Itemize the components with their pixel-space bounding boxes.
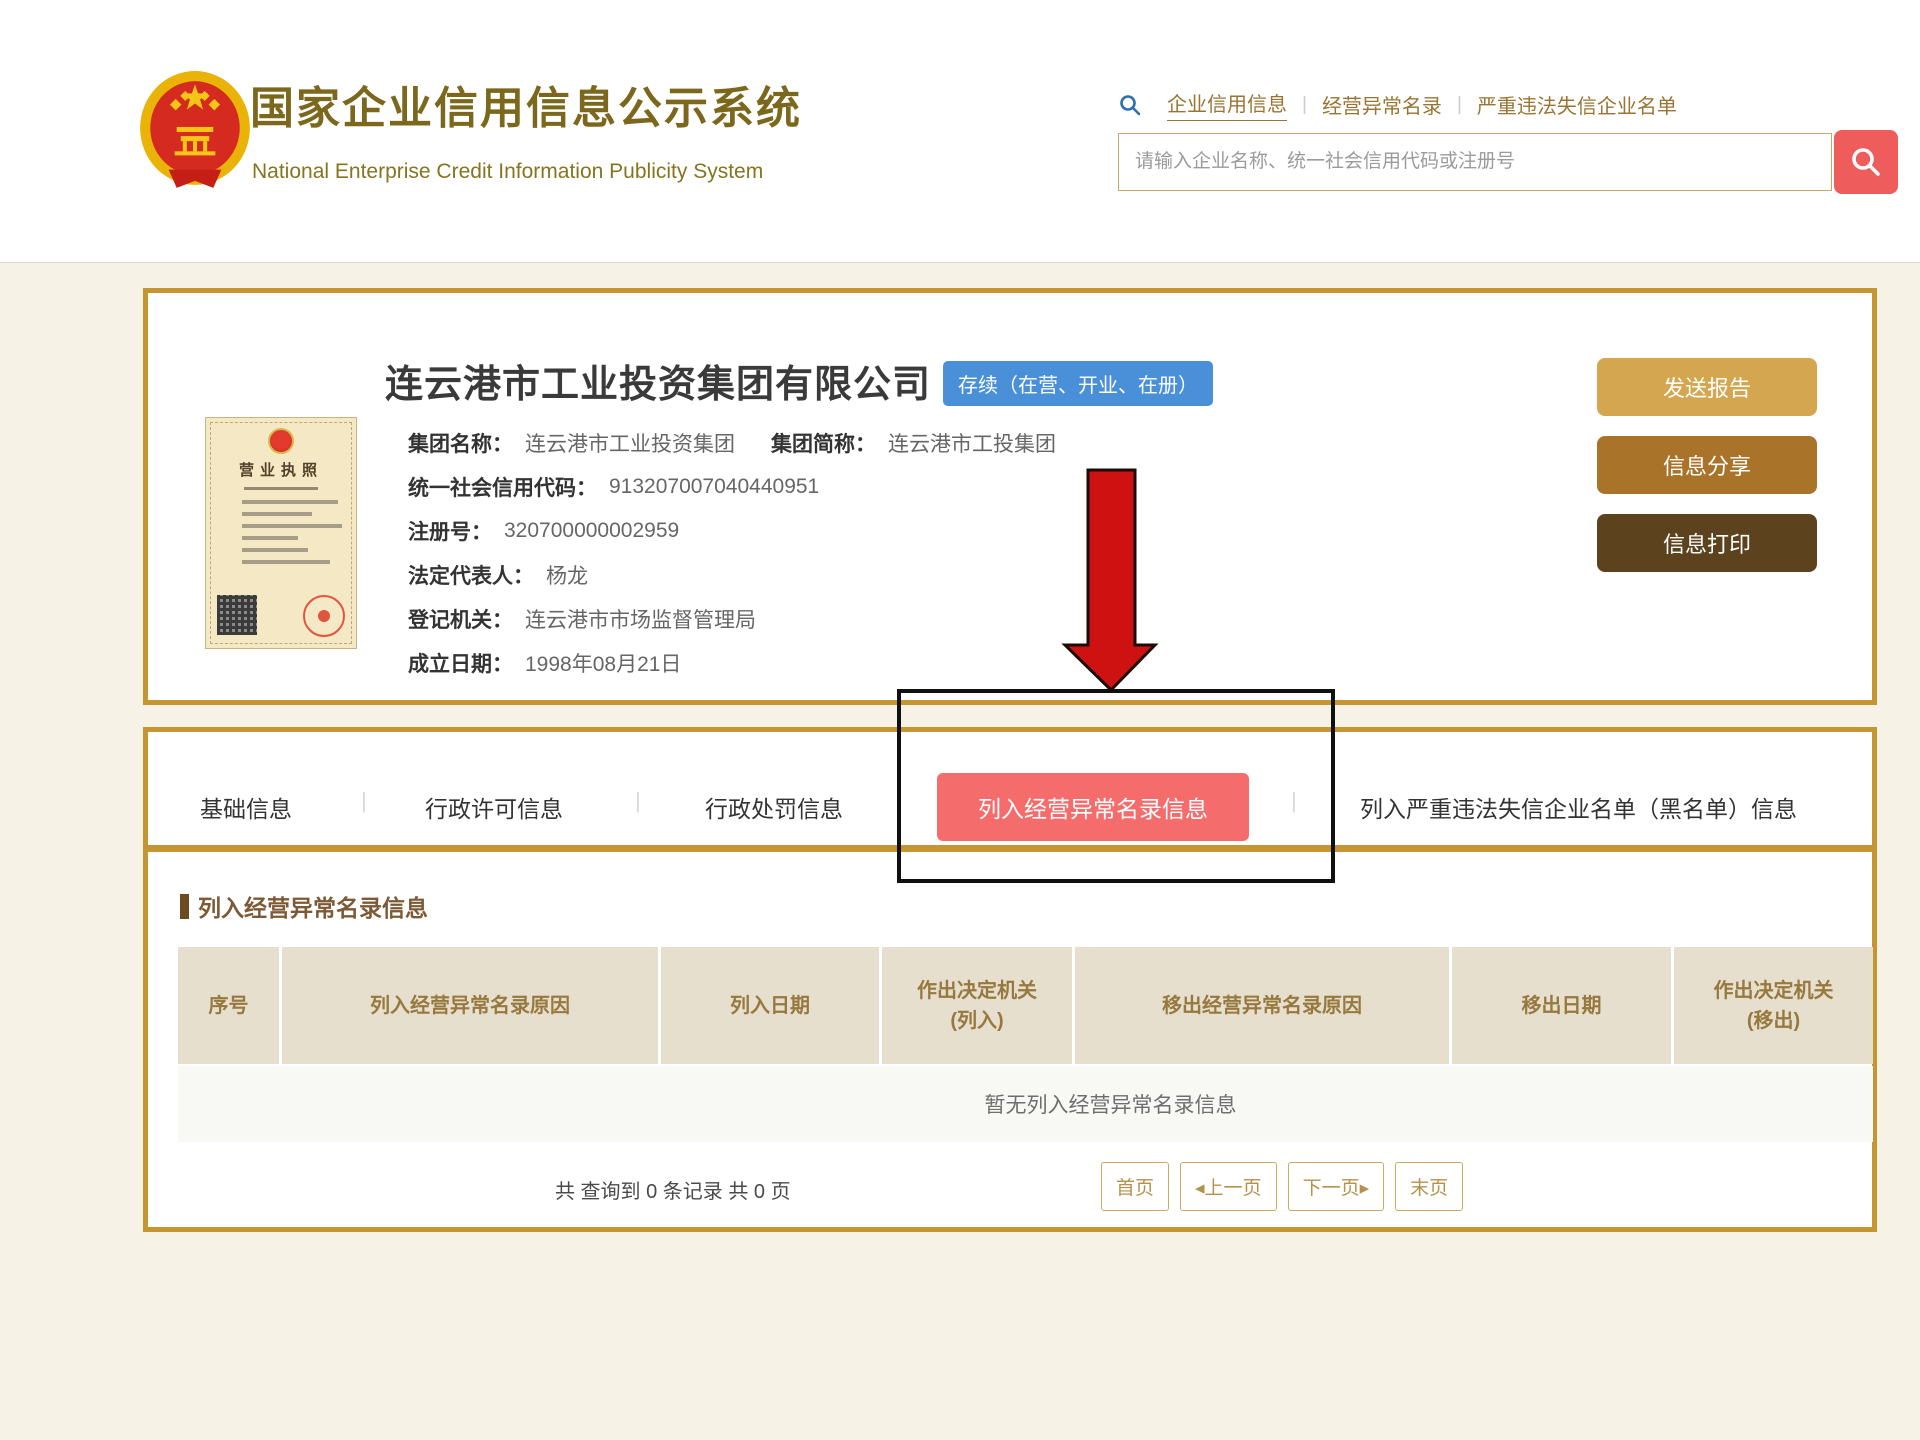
nav-separator: | (1457, 94, 1462, 116)
nav-link-illegal-blacklist[interactable]: 严重违法失信企业名单 (1477, 90, 1677, 119)
column-header-text: 列入日期 (667, 991, 873, 1021)
empty-state-text: 暂无列入经营异常名录信息 (178, 1066, 1873, 1142)
column-header-removal-date: 移出日期 (1452, 947, 1671, 1064)
license-title: 营业执照 (216, 459, 346, 480)
column-header-inclusion-reason: 列入经营异常名录原因 (282, 947, 658, 1064)
pagination-last-button[interactable]: 末页 (1395, 1162, 1463, 1211)
field-value: 连云港市工投集团 (888, 428, 1056, 458)
pagination-next-button[interactable]: 下一页▸ (1288, 1162, 1385, 1211)
license-red-seal (303, 595, 345, 637)
column-header-text: 序号 (184, 991, 273, 1021)
column-header-removal-reason: 移出经营异常名录原因 (1075, 947, 1449, 1064)
column-header-deciding-authority-inclusion: 作出决定机关 (列入) (882, 947, 1072, 1064)
tab-basic-info[interactable]: 基础信息 (200, 790, 292, 824)
column-header-index: 序号 (178, 947, 279, 1064)
nav-link-enterprise-credit[interactable]: 企业信用信息 (1167, 88, 1287, 121)
field-value: 913207007040440951 (609, 475, 819, 499)
field-value: 1998年08月21日 (525, 648, 681, 678)
field-label: 登记机关： (408, 604, 513, 634)
company-status-badge: 存续（在营、开业、在册） (943, 361, 1213, 406)
business-license-image: 营业执照 (205, 417, 357, 649)
license-text-line (242, 548, 308, 552)
column-header-deciding-authority-removal: 作出决定机关 (移出) (1674, 947, 1873, 1064)
field-row-credit-code: 统一社会信用代码： 913207007040440951 (408, 465, 1056, 509)
tab-admin-license-info[interactable]: 行政许可信息 (425, 790, 563, 824)
table-header-row: 序号 列入经营异常名录原因 列入日期 作出决定机关 (列入) 移出经营异常名录原… (178, 947, 1873, 1064)
field-label: 集团名称： (408, 428, 513, 458)
table-empty-row: 暂无列入经营异常名录信息 (178, 1066, 1873, 1142)
field-label: 注册号： (408, 516, 492, 546)
search-button-magnifier-icon (1849, 145, 1883, 179)
section-marker-icon (180, 894, 189, 919)
pagination-controls: 首页 ◂上一页 下一页▸ 末页 (1101, 1162, 1463, 1211)
field-value: 连云港市市场监督管理局 (525, 604, 756, 634)
nav-link-abnormal-list[interactable]: 经营异常名录 (1322, 90, 1442, 119)
field-row-registration-number: 注册号： 320700000002959 (408, 509, 1056, 553)
license-emblem-icon (268, 428, 294, 454)
search-icon (1118, 93, 1142, 117)
highlight-rectangle-annotation (897, 689, 1335, 883)
license-text-line (242, 560, 330, 564)
top-navigation: 企业信用信息 | 经营异常名录 | 严重违法失信企业名单 (1118, 88, 1692, 121)
print-info-button[interactable]: 信息打印 (1597, 514, 1817, 572)
license-subtitle-line (244, 487, 318, 490)
nav-separator: | (1302, 94, 1307, 116)
field-value: 连云港市工业投资集团 (525, 428, 735, 458)
column-header-text: 移出经营异常名录原因 (1081, 991, 1443, 1021)
company-info-card: 营业执照 连云港市工业投资集团有限公司 存续（在营、开业、在册） 集团名称： 连… (143, 288, 1877, 705)
pagination-prev-button[interactable]: ◂上一页 (1180, 1162, 1277, 1211)
pagination-summary: 共 查询到 0 条记录 共 0 页 (555, 1175, 791, 1204)
search-button[interactable] (1834, 130, 1898, 194)
company-fields: 集团名称： 连云港市工业投资集团 集团简称： 连云港市工投集团 统一社会信用代码… (408, 421, 1056, 685)
page: 国家企业信用信息公示系统 National Enterprise Credit … (0, 0, 1920, 1440)
national-emblem-logo (138, 70, 252, 192)
field-value: 320700000002959 (504, 519, 679, 543)
column-header-text: 列入经营异常名录原因 (288, 991, 652, 1021)
column-header-subtext: (列入) (888, 1006, 1066, 1036)
field-row-establishment-date: 成立日期： 1998年08月21日 (408, 641, 1056, 685)
share-info-button[interactable]: 信息分享 (1597, 436, 1817, 494)
field-label: 法定代表人： (408, 560, 534, 590)
field-label: 成立日期： (408, 648, 513, 678)
column-header-subtext: (移出) (1680, 1006, 1867, 1036)
field-value: 杨龙 (546, 560, 588, 590)
site-title: 国家企业信用信息公示系统 (250, 72, 802, 136)
column-header-inclusion-date: 列入日期 (661, 947, 879, 1064)
red-arrow-annotation (1060, 467, 1160, 695)
license-text-line (242, 500, 338, 504)
tab-separator: | (361, 788, 367, 814)
field-label: 集团简称： (771, 428, 876, 458)
license-text-line (242, 524, 342, 528)
field-row-registration-authority: 登记机关： 连云港市市场监督管理局 (408, 597, 1056, 641)
site-subtitle: National Enterprise Credit Information P… (252, 160, 763, 184)
license-text-line (242, 536, 298, 540)
company-action-buttons: 发送报告 信息分享 信息打印 (1597, 358, 1817, 572)
search-bar (1118, 130, 1908, 196)
field-label: 统一社会信用代码： (408, 472, 597, 502)
section-title-text: 列入经营异常名录信息 (198, 889, 428, 923)
field-row-legal-representative: 法定代表人： 杨龙 (408, 553, 1056, 597)
field-row-group-name: 集团名称： 连云港市工业投资集团 集团简称： 连云港市工投集团 (408, 421, 1056, 465)
tab-separator: | (635, 788, 641, 814)
company-name: 连云港市工业投资集团有限公司 (385, 353, 931, 408)
send-report-button[interactable]: 发送报告 (1597, 358, 1817, 416)
tab-admin-penalty-info[interactable]: 行政处罚信息 (705, 790, 843, 824)
license-text-line (242, 512, 312, 516)
abnormal-list-table: 序号 列入经营异常名录原因 列入日期 作出决定机关 (列入) 移出经营异常名录原… (175, 945, 1876, 1144)
column-header-text: 作出决定机关 (1680, 976, 1867, 1006)
tab-blacklist-info[interactable]: 列入严重违法失信企业名单（黑名单）信息 (1360, 790, 1797, 824)
section-title: 列入经营异常名录信息 (180, 889, 428, 923)
license-qr-code (217, 595, 257, 635)
search-input[interactable] (1118, 133, 1832, 191)
column-header-text: 移出日期 (1458, 991, 1665, 1021)
column-header-text: 作出决定机关 (888, 976, 1066, 1006)
pagination-first-button[interactable]: 首页 (1101, 1162, 1169, 1211)
